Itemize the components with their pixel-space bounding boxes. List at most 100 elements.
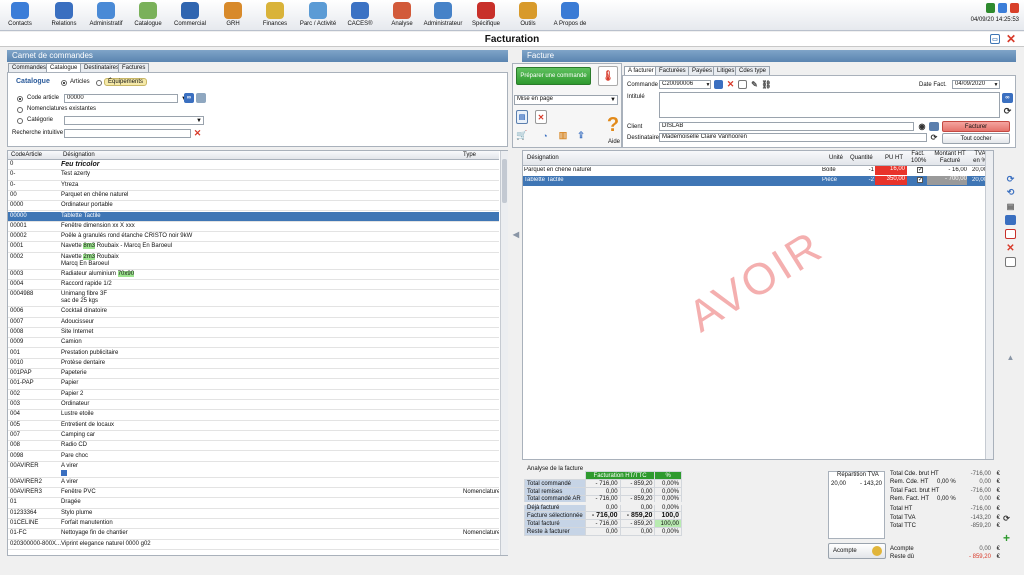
recherche-input[interactable] — [64, 129, 191, 138]
table-row[interactable]: 0002 Navette 2m3 Roubaix Marcq En Baroeul — [8, 253, 499, 270]
table-row[interactable]: 00002 Poêle à granulés rond étanche CRIST… — [8, 232, 499, 243]
table-row[interactable]: 01CÉLINE Forfait manutention — [8, 519, 499, 530]
left-tab-destinataires[interactable]: Destinataires — [80, 63, 124, 72]
table-row[interactable]: 00 Parquet en chêne naturel — [8, 191, 499, 202]
toolbar-outils-button[interactable]: Outils — [506, 1, 550, 30]
binoculars-icon[interactable]: ∞ — [184, 93, 194, 103]
client-input[interactable]: DISLAB — [659, 122, 914, 131]
table-row[interactable]: 0007 Adoucisseur — [8, 318, 499, 328]
table-row[interactable]: 0- Ytreza — [8, 181, 499, 191]
thermometer-icon[interactable]: 🌡 — [598, 66, 618, 86]
col-line-montant[interactable]: Montant HT Facturé — [930, 151, 970, 165]
view-client-icon[interactable]: ◉ — [917, 122, 927, 131]
invoice-line-row[interactable]: Parquet en chêne naturel Boite -1 16,00 ✓ - 1… — [523, 166, 987, 176]
add-icon[interactable]: + — [1001, 531, 1012, 545]
toolbar-contacts-button[interactable]: Contacts — [0, 1, 42, 30]
col-line-unite[interactable]: Unité — [829, 155, 843, 162]
invoice-tab-2[interactable]: Payées — [688, 66, 717, 75]
mise-en-page-select[interactable]: Mise en page — [514, 95, 618, 105]
invoice-tab-4[interactable]: Cdes type — [735, 66, 771, 75]
invoice-line-row[interactable]: Tablette Tactile Pièce -2 350,00 ✓ - 700,00 20… — [523, 176, 987, 186]
toolbar-specifique-button[interactable]: Spécifique — [464, 1, 508, 30]
home-icon[interactable] — [986, 3, 995, 13]
intitule-input[interactable] — [659, 92, 1000, 118]
toolbar-apropos-button[interactable]: A Propos de — [548, 1, 592, 30]
table-row[interactable]: 01233364 Stylo plume — [8, 509, 499, 519]
table-row[interactable]: 0004988 Unimang fibre 3F sac de 25 kgs — [8, 290, 499, 308]
table-row[interactable]: 005 Entretient de locaux — [8, 421, 499, 431]
table-row[interactable]: 00AVIRER2 A virer — [8, 478, 499, 489]
toolbar-administratif-button[interactable]: Administratif — [84, 1, 128, 30]
order-delete-icon[interactable]: ✕ — [726, 79, 735, 89]
table-row[interactable]: 001 Prestation publicitaire — [8, 349, 499, 359]
code-article-input[interactable]: 00000 — [64, 94, 178, 103]
destinataire-refresh-icon[interactable]: ⟳ — [929, 133, 939, 142]
categorie-radio[interactable] — [17, 118, 23, 124]
toolbar-grh-button[interactable]: GRH — [211, 1, 255, 30]
table-row[interactable]: 003 Ordinateur — [8, 400, 499, 411]
close-icon[interactable]: ✕ — [1005, 32, 1017, 46]
table-row[interactable]: 0- Test azerty — [8, 170, 499, 181]
toolbar-administrateur-button[interactable]: Administrateur — [421, 1, 465, 30]
col-type[interactable]: Type — [463, 151, 476, 160]
col-line-designation[interactable]: Désignation — [527, 155, 559, 162]
order-copy-icon[interactable] — [738, 80, 747, 89]
col-designation[interactable]: Désignation — [63, 151, 95, 160]
sync-icon[interactable]: ⟳ — [1002, 106, 1013, 116]
table-row[interactable]: 0000 Ordinateur portable — [8, 201, 499, 212]
invoice-tab-0[interactable]: A facturer — [624, 66, 658, 75]
line-copy-icon[interactable] — [1005, 257, 1016, 267]
zoom-icon[interactable] — [196, 93, 206, 103]
categorie-select[interactable] — [64, 116, 204, 125]
order-link-icon[interactable]: ⛓ — [761, 80, 771, 89]
left-tab-commandes[interactable]: Commandes — [8, 63, 51, 72]
refresh-icon[interactable] — [998, 3, 1007, 13]
acompte-button[interactable]: Acompte — [828, 543, 886, 559]
line-save-icon[interactable] — [1005, 215, 1016, 225]
toolbar-commercial-button[interactable]: Commercial — [168, 1, 212, 30]
left-tab-factures[interactable]: Factures — [118, 63, 150, 72]
restore-icon[interactable]: ▭ — [990, 34, 1000, 44]
splitter-arrow-icon[interactable]: ◀ — [512, 228, 520, 240]
table-row[interactable]: 002 Papier 2 — [8, 390, 499, 400]
table-row[interactable]: 007 Camping car — [8, 431, 499, 442]
chart-icon[interactable]: ◔ — [539, 130, 551, 141]
table-row[interactable]: 01 Dragée — [8, 498, 499, 509]
toolbar-caces-button[interactable]: CACES® — [338, 1, 382, 30]
table-row[interactable]: 0010 Protèse dentaire — [8, 359, 499, 370]
left-tab-catalogue[interactable]: Catalogue — [46, 63, 82, 72]
equipements-radio[interactable] — [96, 80, 102, 86]
toolbar-finances-button[interactable]: Finances — [253, 1, 297, 30]
line-pdf-icon[interactable] — [1005, 229, 1016, 239]
table-row[interactable]: 008 Radio CD — [8, 441, 499, 452]
col-line-pu[interactable]: PU HT — [885, 155, 903, 162]
table-row[interactable]: 020300000-800X... Viprint elegance nature… — [8, 540, 499, 550]
fact-checkbox[interactable]: ✓ — [917, 167, 923, 173]
destinataire-input[interactable]: Mademoiselle Claire Vanhooren — [659, 133, 927, 142]
col-line-fact[interactable]: Fact. 100% — [911, 151, 926, 165]
date-dropdown-icon[interactable]: ▼ — [993, 81, 999, 88]
toolbar-parc-button[interactable]: Parc / Activité — [296, 1, 340, 30]
toolbar-catalogue-button[interactable]: Catalogue — [126, 1, 170, 30]
help-question-icon[interactable]: ? — [606, 114, 620, 136]
client-card-icon[interactable] — [929, 122, 939, 131]
commande-input[interactable]: C20090006 — [659, 80, 711, 89]
table-row[interactable]: 0008 Site Internet — [8, 328, 499, 339]
line-sync-icon[interactable]: ⟲ — [1005, 187, 1016, 197]
categorie-dropdown-icon[interactable]: ▼ — [195, 117, 203, 125]
facturer-button[interactable]: Facturer — [942, 121, 1010, 132]
totals-refresh-icon[interactable]: ⟳ — [1001, 513, 1012, 523]
order-edit-icon[interactable] — [714, 80, 723, 89]
help-icon[interactable] — [1010, 3, 1019, 13]
table-row[interactable]: 00001 Fenêtre dimension xx X xxx — [8, 222, 499, 233]
article-grid-scrollbar[interactable] — [500, 151, 508, 555]
order-pen-icon[interactable]: ✎ — [750, 80, 759, 89]
table-row[interactable]: 00AVIRER3 Fenêtre PVC Nomenclature — [8, 488, 499, 499]
table-row[interactable]: 004 Lustre etoile — [8, 410, 499, 421]
line-print-icon[interactable]: ▤ — [1005, 201, 1016, 211]
invoice-lines-scrollbar[interactable] — [985, 151, 993, 459]
search-binoculars-icon[interactable]: ∞ — [1002, 93, 1013, 103]
table-row[interactable]: 001PAP Papeterie — [8, 369, 499, 380]
delete-document-icon[interactable]: ✕ — [535, 110, 547, 124]
toolbar-relations-button[interactable]: Relations — [42, 1, 86, 30]
